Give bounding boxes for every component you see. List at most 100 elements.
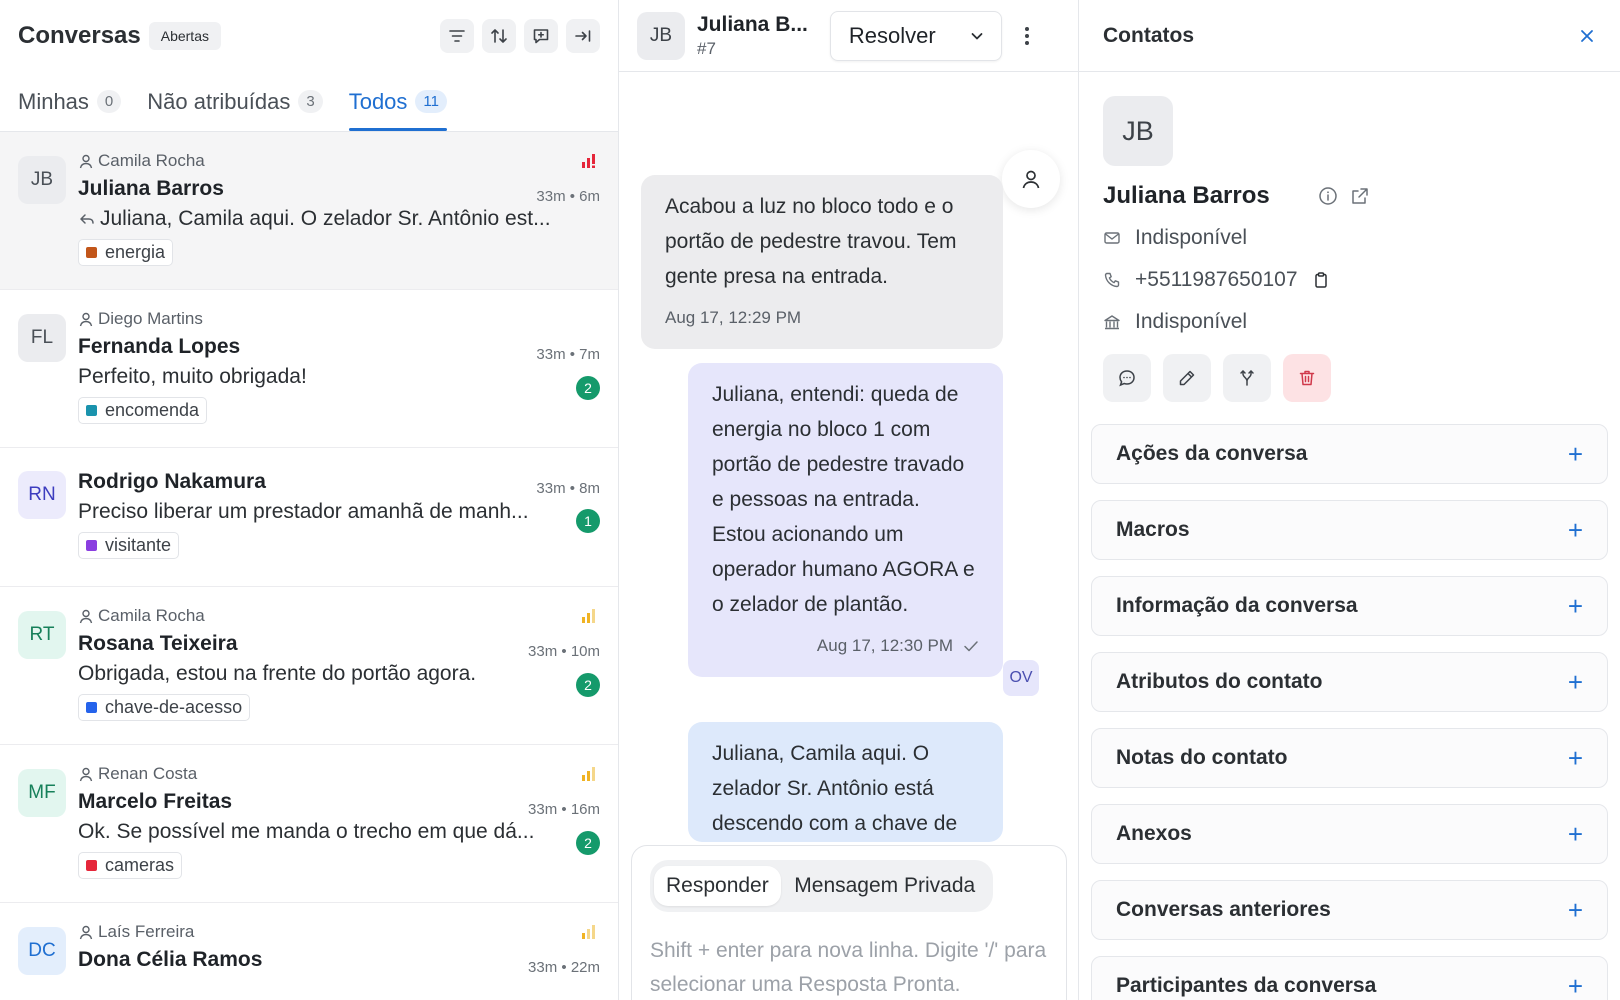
conversation-item[interactable]: DC Laís Ferreira Dona Célia Ramos 33m • … <box>0 903 618 1000</box>
accordion-title: Conversas anteriores <box>1116 898 1331 921</box>
last-message-text: Juliana, Camila aqui. O zelador Sr. Antô… <box>100 207 551 230</box>
tab-mine[interactable]: Minhas 0 <box>18 72 122 131</box>
tab-label: Minhas <box>18 88 89 114</box>
reply-input[interactable]: Shift + enter para nova linha. Digite '/… <box>650 934 1048 1000</box>
contact-name[interactable]: Juliana B... <box>697 13 808 37</box>
accordion-contact-notes[interactable]: Notas do contato + <box>1091 728 1608 788</box>
assignee: Diego Martins <box>78 290 600 329</box>
label-text: energia <box>105 242 166 262</box>
collapse-panel-button[interactable] <box>566 19 600 53</box>
user-icon <box>79 609 93 624</box>
contact-avatar: JB <box>1103 96 1173 166</box>
open-contact-button[interactable] <box>1350 186 1370 206</box>
private-note-mode-button[interactable]: Mensagem Privada <box>781 872 989 900</box>
conversation-item[interactable]: RN Rodrigo Nakamura 33m • 8m 1 Preciso l… <box>0 448 618 587</box>
plus-icon: + <box>1567 970 1583 1000</box>
contact-name: Fernanda Lopes <box>78 335 241 358</box>
plus-icon: + <box>1567 514 1583 545</box>
conversation-number: #7 <box>697 38 716 58</box>
assignee: Laís Ferreira <box>78 903 600 942</box>
priority-low-icon <box>582 925 595 939</box>
sort-button[interactable] <box>482 19 516 53</box>
accordion-title: Informação da conversa <box>1116 594 1358 617</box>
plus-icon: + <box>1567 818 1583 849</box>
conversation-item[interactable]: RT Camila Rocha Rosana Teixeira 33m • 10… <box>0 587 618 745</box>
assignee: Camila Rocha <box>78 587 600 626</box>
more-options-button[interactable] <box>1024 26 1030 46</box>
label-chip[interactable]: visitante <box>78 532 180 559</box>
conversation-list-header: Conversas Abertas <box>0 0 618 72</box>
sort-icon <box>491 29 507 43</box>
edit-contact-button[interactable] <box>1163 354 1211 402</box>
unread-count-badge: 1 <box>576 509 600 533</box>
contact-name: Juliana Barros <box>78 177 224 200</box>
accordion-previous-conversations[interactable]: Conversas anteriores + <box>1091 880 1608 940</box>
last-message: Ok. Se possível me manda o trecho em que… <box>78 820 568 844</box>
contact-info-button[interactable] <box>1318 186 1338 206</box>
assignee: Camila Rocha <box>78 132 600 171</box>
accordion-title: Participantes da conversa <box>1116 974 1377 997</box>
tab-all[interactable]: Todos 11 <box>348 72 448 131</box>
label-text: cameras <box>105 855 175 875</box>
unread-count-badge: 2 <box>576 673 600 697</box>
merge-contact-button[interactable] <box>1223 354 1271 402</box>
accordion-attachments[interactable]: Anexos + <box>1091 804 1608 864</box>
building-icon <box>1104 315 1120 330</box>
reply-mode-toggle: Responder Mensagem Privada <box>650 860 993 912</box>
unread-count-badge: 2 <box>576 831 600 855</box>
assignee-name: Renan Costa <box>98 764 198 783</box>
chat-bubble-icon <box>1119 370 1135 387</box>
user-icon <box>79 925 93 940</box>
contact-company: Indisponível <box>1135 310 1248 333</box>
label-text: chave-de-acesso <box>105 697 243 717</box>
conversation-item[interactable]: JB Camila Rocha Juliana Barros 33m • 6m … <box>0 132 618 290</box>
sidebar-title: Contatos <box>1103 23 1194 47</box>
status-filter-chip[interactable]: Abertas <box>148 22 221 50</box>
avatar: JB <box>637 11 685 60</box>
conversation-header: JB Juliana B... #7 Resolver <box>619 0 1078 72</box>
accordion-conversation-actions[interactable]: Ações da conversa + <box>1091 424 1608 484</box>
user-icon <box>79 154 93 169</box>
conversation-time: 33m • 8m <box>536 480 600 497</box>
priority-medium-icon <box>582 767 595 781</box>
copy-phone-button[interactable] <box>1312 271 1330 289</box>
resolve-dropdown-button[interactable]: Resolver <box>829 10 1002 61</box>
assignee-name: Camila Rocha <box>98 606 205 625</box>
compose-icon <box>533 29 549 44</box>
reply-mode-button[interactable]: Responder <box>654 866 781 906</box>
accordion-participants[interactable]: Participantes da conversa + <box>1091 956 1608 1000</box>
contact-company-row: Indisponível <box>1103 308 1596 336</box>
label-chip[interactable]: cameras <box>78 852 183 879</box>
contact-toggle-button[interactable] <box>1002 150 1060 208</box>
last-message: Perfeito, muito obrigada! <box>78 365 568 389</box>
close-sidebar-button[interactable] <box>1578 27 1596 45</box>
plus-icon: + <box>1567 438 1583 469</box>
conversation-item[interactable]: FL Diego Martins Fernanda Lopes 33m • 7m… <box>0 290 618 448</box>
close-icon <box>1581 29 1593 42</box>
contact-phone[interactable]: +5511987650107 <box>1135 268 1298 292</box>
accordion-title: Atributos do contato <box>1116 670 1323 693</box>
incoming-message: Acabou a luz no bloco todo e o portão de… <box>641 175 1003 349</box>
message-time: Aug 17, 12:30 PM <box>816 636 953 655</box>
conversation-time: 33m • 16m <box>528 801 600 818</box>
last-message: Preciso liberar um prestador amanhã de m… <box>78 500 568 524</box>
clipboard-icon <box>1314 272 1327 288</box>
filter-button[interactable] <box>440 19 474 53</box>
accordion-contact-attributes[interactable]: Atributos do contato + <box>1091 652 1608 712</box>
label-color-dot <box>86 405 97 416</box>
accordion-conversation-info[interactable]: Informação da conversa + <box>1091 576 1608 636</box>
label-chip[interactable]: encomenda <box>78 397 208 424</box>
conversation-time: 33m • 22m <box>528 959 600 976</box>
tab-unassigned[interactable]: Não atribuídas 3 <box>147 72 323 131</box>
plus-icon: + <box>1567 590 1583 621</box>
conversation-item[interactable]: MF Renan Costa Marcelo Freitas 33m • 16m… <box>0 745 618 903</box>
label-chip[interactable]: energia <box>78 239 174 266</box>
label-chip[interactable]: chave-de-acesso <box>78 694 251 721</box>
last-message-text: Obrigada, estou na frente do portão agor… <box>78 662 477 685</box>
delete-contact-button[interactable] <box>1283 354 1331 402</box>
accordion-macros[interactable]: Macros + <box>1091 500 1608 560</box>
pencil-icon <box>1179 370 1195 386</box>
new-conversation-button[interactable] <box>524 19 558 53</box>
new-message-button[interactable] <box>1103 354 1151 402</box>
tab-count-badge: 3 <box>298 90 323 113</box>
